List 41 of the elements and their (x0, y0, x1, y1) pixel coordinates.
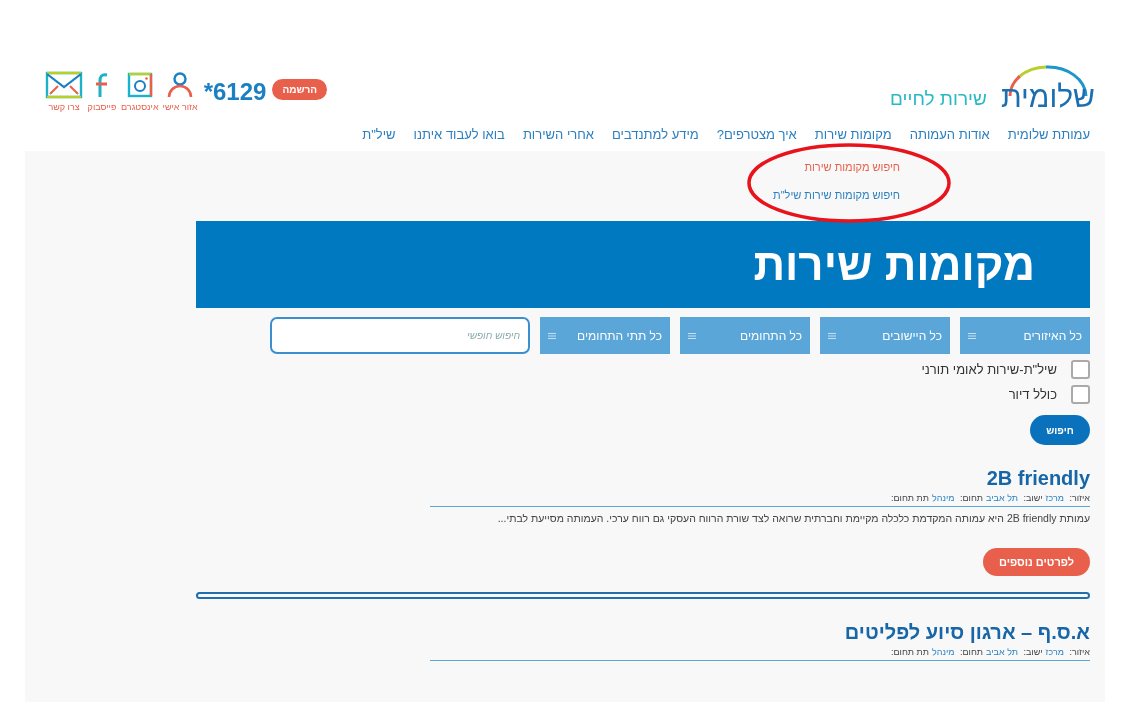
nav-link[interactable]: אודות העמותה (909, 127, 990, 151)
header-link[interactable]: אזור אישי (162, 70, 198, 112)
nav-link[interactable]: מקומות שירות (814, 127, 892, 151)
nav-link[interactable]: איך מצטרפים? (716, 127, 797, 151)
tagline: שירות לחיים (890, 88, 987, 110)
mail-icon (45, 70, 83, 100)
filter-select[interactable]: כל היישובים (820, 317, 950, 354)
nav-link[interactable]: בואו לעבוד איתנו (413, 127, 505, 151)
dropdown-item[interactable]: חיפוש מקומות שירות (804, 161, 900, 173)
nav-link[interactable]: עמותת שלומית (1007, 127, 1090, 151)
logo[interactable]: שלומית (1000, 64, 1095, 112)
nav-link[interactable]: מידע למתנדבים (611, 127, 699, 151)
lines-icon (688, 331, 696, 340)
nav-link[interactable]: אחרי השירות (522, 127, 594, 151)
result-meta: איזור: מרכז ישוב: תל אביב תחום: מינהל תת תחום: (430, 644, 1090, 661)
nav-link[interactable]: שיל"ת (362, 127, 396, 151)
checkbox[interactable] (1071, 360, 1090, 379)
search-field[interactable]: חיפוש חופשי (270, 317, 530, 354)
more-details-button[interactable]: לפרטים נוספים (982, 548, 1090, 576)
checkbox[interactable] (1071, 385, 1090, 404)
dropdown-item[interactable]: חיפוש מקומות שירות שיל"ת (773, 189, 900, 201)
header-link[interactable]: פייסבוק (87, 70, 117, 112)
checkbox-label: שיל"ת-שירות לאומי תורני (921, 362, 1057, 377)
phone-number[interactable]: *6129 (203, 78, 267, 106)
page-title: מקומות שירות (753, 239, 1035, 290)
result-title[interactable]: 2B friendly (196, 467, 1090, 490)
facebook-icon (96, 73, 108, 97)
lines-icon (828, 331, 836, 340)
header-link[interactable]: אינסטגרם (121, 70, 159, 112)
search-button[interactable]: חיפוש (1030, 415, 1090, 445)
checkbox-label: כולל דיור (1008, 387, 1057, 402)
lines-icon (968, 331, 976, 340)
filter-select[interactable]: כל תתי התחומים (540, 317, 670, 354)
result-meta: איזור: מרכז ישוב: תל אביב תחום: מינהל תת תחום: (430, 490, 1090, 507)
lines-icon (548, 331, 556, 340)
register-button[interactable]: הרשמה (272, 79, 327, 100)
filter-select[interactable]: כל האיזורים (960, 317, 1090, 354)
result-title[interactable]: א.ס.ף – ארגון סיוע לפליטים (196, 621, 1090, 644)
result-description: עמותת 2B friendly היא עמותה המקדמת כלכלה מקיימת וחברתית שרואה לצד שורת הרווח העסקי גם רווח ערכי. העמותה מסייעת לבתי... (496, 512, 1090, 524)
header-link[interactable]: צרו קשר (45, 70, 83, 112)
filter-select[interactable]: כל התחומים (680, 317, 810, 354)
